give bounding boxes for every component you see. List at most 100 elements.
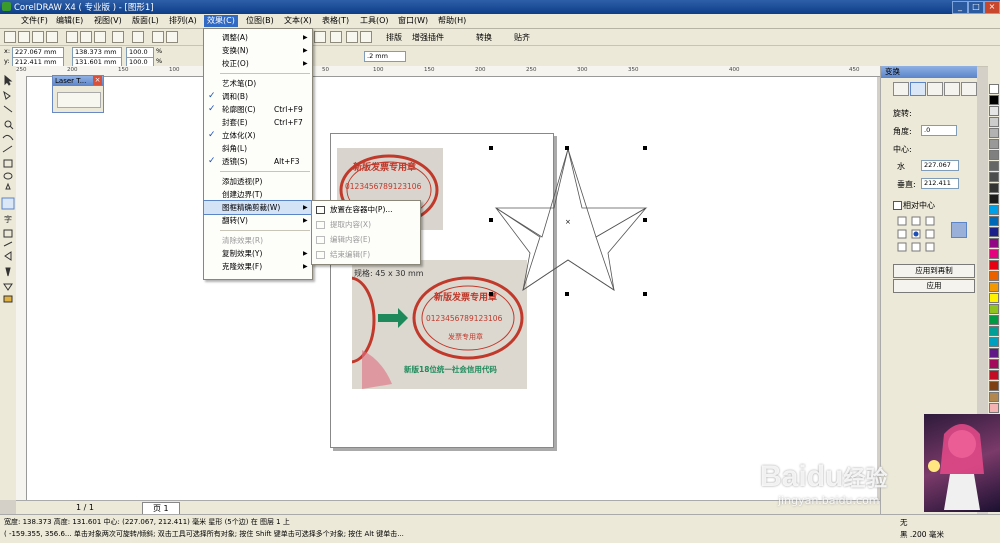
minimize-button[interactable]: _ (952, 1, 968, 14)
paste-icon[interactable] (94, 31, 106, 43)
position-tab-icon[interactable] (893, 82, 909, 96)
palette-swatch[interactable] (989, 271, 999, 281)
palette-swatch[interactable] (989, 381, 999, 391)
palette-swatch[interactable] (989, 194, 999, 204)
palette-swatch[interactable] (989, 392, 999, 402)
cut-icon[interactable] (66, 31, 78, 43)
effects-menu-item[interactable]: 清除效果(R) (204, 234, 312, 247)
menu-help[interactable]: 帮助(H) (435, 15, 469, 27)
effects-menu-item[interactable]: ✓ 调和(B) (204, 90, 312, 103)
laser-tool-panel[interactable]: Laser T... × (52, 75, 104, 113)
laser-panel-close-icon[interactable]: × (93, 76, 102, 85)
scale-tab-icon[interactable] (927, 82, 943, 96)
palette-swatch[interactable] (989, 183, 999, 193)
menu-tools[interactable]: 工具(O) (357, 15, 392, 27)
palette-swatch[interactable] (989, 326, 999, 336)
palette-swatch[interactable] (989, 150, 999, 160)
toolbar-typeset[interactable]: 排版 (386, 32, 402, 43)
center-y-field[interactable]: 212.411 (921, 178, 959, 189)
relative-center-checkbox[interactable] (893, 201, 902, 210)
palette-swatch[interactable] (989, 238, 999, 248)
effects-menu-item[interactable]: ✓ 透镜(S) Alt+F3 (204, 155, 312, 168)
skew-tab-icon[interactable] (961, 82, 977, 96)
toolbar-convert[interactable]: 转换 (476, 32, 492, 43)
effects-menu-item[interactable]: 翻转(V) ▶ (204, 214, 312, 227)
menu-edit[interactable]: 编辑(E) (53, 15, 86, 27)
vertical-ruler[interactable] (16, 76, 27, 500)
palette-swatch[interactable] (989, 348, 999, 358)
effects-menu-item[interactable]: ✓ 立体化(X) (204, 129, 312, 142)
palette-swatch[interactable] (989, 117, 999, 127)
effects-menu-item[interactable]: 图框精确剪裁(W) ▶ (203, 200, 313, 215)
angle-field[interactable]: .0 (921, 125, 957, 136)
effects-menu-item[interactable]: ✓ 轮廓图(C) Ctrl+F9 (204, 103, 312, 116)
palette-swatch[interactable] (989, 337, 999, 347)
palette-swatch[interactable] (989, 260, 999, 270)
menu-view[interactable]: 视图(V) (91, 15, 125, 27)
effects-menu-item[interactable]: 艺术笔(D) (204, 77, 312, 90)
laser-tool-icons[interactable] (57, 92, 101, 108)
menu-layout[interactable]: 版面(L) (129, 15, 162, 27)
palette-swatch[interactable] (989, 106, 999, 116)
palette-swatch[interactable] (989, 304, 999, 314)
apply-button[interactable]: 应用 (893, 279, 975, 293)
palette-swatch[interactable] (989, 172, 999, 182)
print-icon[interactable] (46, 31, 58, 43)
close-button[interactable]: × (984, 1, 1000, 14)
palette-swatch[interactable] (989, 205, 999, 215)
palette-swatch[interactable] (989, 403, 999, 413)
menu-window[interactable]: 窗口(W) (395, 15, 431, 27)
palette-swatch[interactable] (989, 95, 999, 105)
palette-swatch[interactable] (989, 161, 999, 171)
snap-icon[interactable] (330, 31, 342, 43)
effects-menu-item[interactable]: 校正(O) ▶ (204, 57, 312, 70)
palette-swatch[interactable] (989, 84, 999, 94)
palette-swatch[interactable] (989, 227, 999, 237)
palette-swatch[interactable] (989, 216, 999, 226)
size-tab-icon[interactable] (944, 82, 960, 96)
menu-text[interactable]: 文本(X) (281, 15, 315, 27)
undo-icon[interactable] (112, 31, 124, 43)
effects-menu-item[interactable]: 封套(E) Ctrl+F7 (204, 116, 312, 129)
open-icon[interactable] (18, 31, 30, 43)
layout-icon[interactable] (360, 31, 372, 43)
palette-swatch[interactable] (989, 282, 999, 292)
palette-swatch[interactable] (989, 315, 999, 325)
effects-menu-item[interactable]: 克隆效果(F) ▶ (204, 260, 312, 273)
menu-arrange[interactable]: 排列(A) (166, 15, 200, 27)
maximize-button[interactable]: □ (968, 1, 984, 14)
effects-menu-item[interactable]: 复制效果(Y) ▶ (204, 247, 312, 260)
effects-menu-item[interactable]: 调整(A) ▶ (204, 31, 312, 44)
powerclip-submenu-item[interactable]: 编辑内容(E) (312, 233, 420, 246)
effects-menu-item[interactable]: 添加透视(P) (204, 175, 312, 188)
export-icon[interactable] (166, 31, 178, 43)
effects-menu-item[interactable]: 变换(N) ▶ (204, 44, 312, 57)
effects-menu-item[interactable]: 创建边界(T) (204, 188, 312, 201)
menu-table[interactable]: 表格(T) (319, 15, 352, 27)
palette-swatch[interactable] (989, 139, 999, 149)
menu-effects[interactable]: 效果(C) (204, 15, 238, 27)
palette-swatch[interactable] (989, 370, 999, 380)
copy-icon[interactable] (80, 31, 92, 43)
palette-swatch[interactable] (989, 249, 999, 259)
options-icon[interactable] (346, 31, 358, 43)
redo-icon[interactable] (132, 31, 144, 43)
powerclip-submenu-item[interactable]: 放置在容器中(P)... (312, 203, 420, 216)
menu-bitmap[interactable]: 位图(B) (243, 15, 277, 27)
outline-width-field[interactable]: .2 mm (364, 51, 406, 62)
toolbar-plugin[interactable]: 增强插件 (412, 32, 444, 43)
palette-swatch[interactable] (989, 359, 999, 369)
import-icon[interactable] (152, 31, 164, 43)
transform-tabs[interactable] (893, 82, 977, 96)
toolbox-icons[interactable]: 字 (0, 66, 16, 500)
center-x-field[interactable]: 227.067 (921, 160, 959, 171)
effects-menu-item[interactable]: 斜角(L) (204, 142, 312, 155)
palette-swatch[interactable] (989, 293, 999, 303)
palette-swatch[interactable] (989, 128, 999, 138)
zoom-icon[interactable] (314, 31, 326, 43)
new-icon[interactable] (4, 31, 16, 43)
apply-to-duplicate-button[interactable]: 应用到再制 (893, 264, 975, 278)
save-icon[interactable] (32, 31, 44, 43)
star-shape[interactable]: × (486, 140, 652, 302)
powerclip-submenu-item[interactable]: 提取内容(X) (312, 218, 420, 231)
